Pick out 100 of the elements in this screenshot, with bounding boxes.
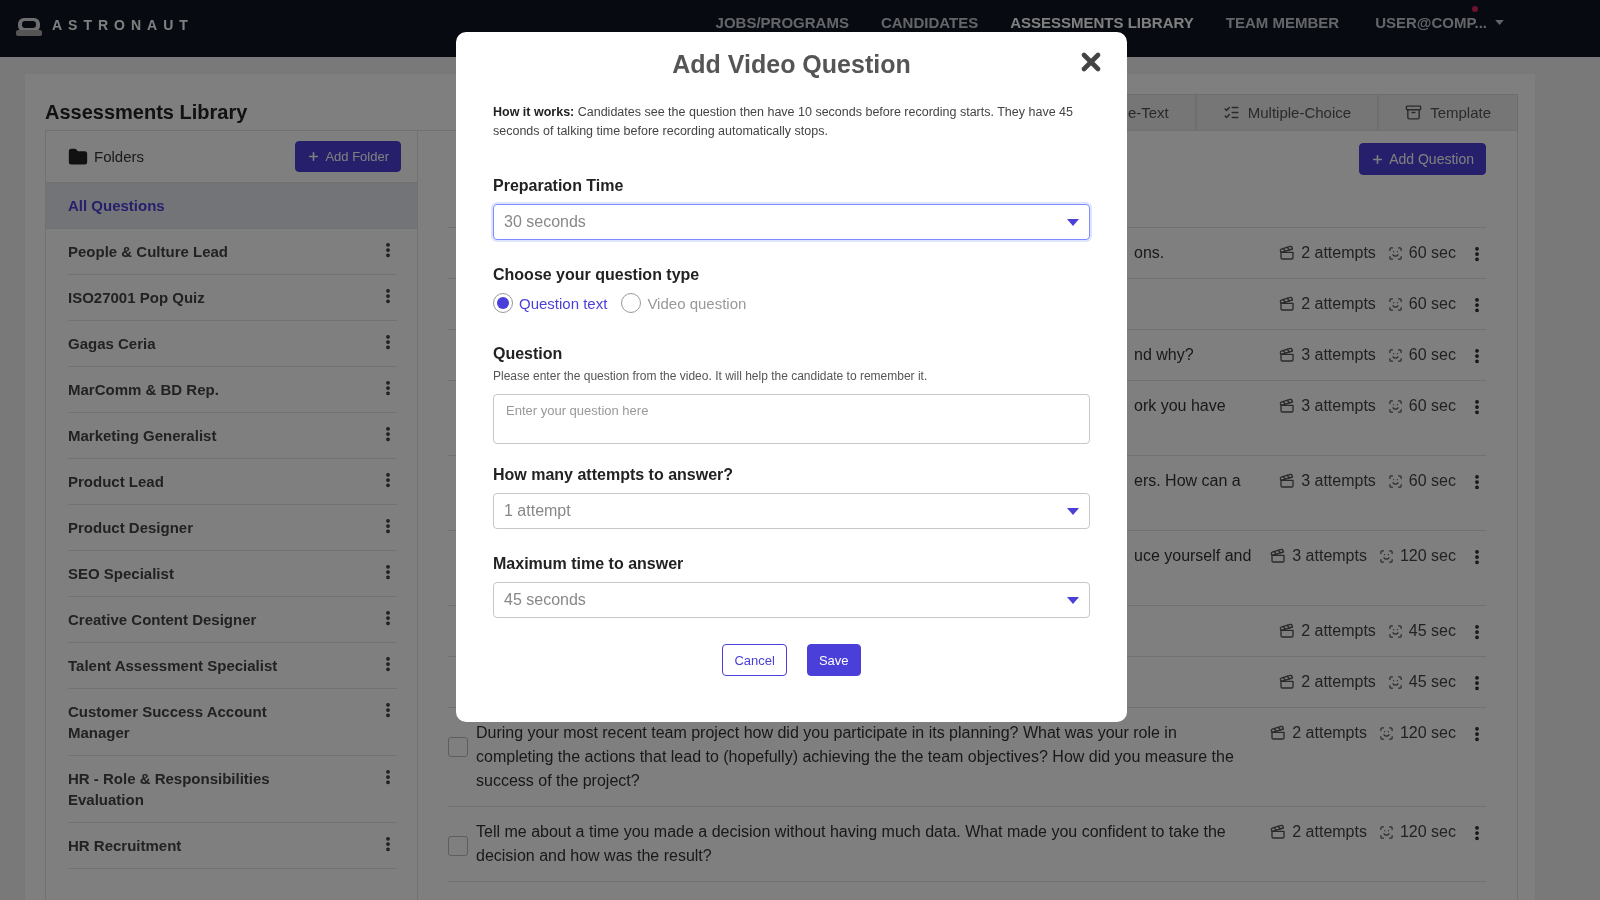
help-text: Please enter the question from the video. It will help the candidate to remember it.	[493, 369, 929, 383]
field-label: How many attempts to answer?	[493, 466, 735, 484]
scan-face-icon	[1387, 245, 1403, 261]
time-text: 60 sec	[1408, 396, 1456, 416]
folder-item[interactable]: Gagas Ceria	[68, 321, 397, 367]
user-menu[interactable]: USER@COMP...	[1375, 14, 1487, 31]
attempts-text: 3 attempts	[1301, 396, 1376, 416]
folder-item[interactable]: People & Culture Lead	[68, 229, 397, 275]
radio-option[interactable]: Question text	[493, 293, 608, 313]
time-text: 120 sec	[1399, 723, 1456, 743]
caret-icon	[1067, 596, 1079, 604]
clapperboard-icon	[1270, 548, 1287, 564]
scan-face-icon	[1387, 347, 1403, 363]
attempts-text: 3 attempts	[1301, 471, 1376, 491]
clapperboard-icon	[1270, 824, 1287, 840]
clapperboard-icon	[1279, 674, 1296, 690]
checklist-icon	[1222, 104, 1240, 121]
logo-text: ASTRONAUT	[52, 17, 194, 33]
nav-link[interactable]: JOBS/PROGRAMS	[715, 14, 849, 31]
page-title: Assessments Library	[45, 99, 249, 125]
question-text: During your most recent team project how did you participate in its planning? What was your role in completing the actions that lead to (hopefully) achieving the the team objectives? How did you measure the success of the project?	[476, 723, 1235, 791]
attempts-text: 3 attempts	[1292, 546, 1367, 566]
question-text: Tell me about a time you made a decision without having much data. What made you confident to take the decision and how was the result?	[476, 822, 1227, 866]
scan-face-icon	[1378, 824, 1394, 840]
folder-item[interactable]: HR - Role & Responsibilities Evaluation	[68, 756, 397, 823]
folder-item[interactable]: Customer Success Account Manager	[68, 689, 397, 756]
save-button[interactable]: Save	[806, 644, 861, 676]
cancel-button[interactable]: Cancel	[722, 644, 787, 676]
folder-item[interactable]: MarComm & BD Rep.	[68, 367, 397, 413]
question-input[interactable]: Enter your question here	[493, 394, 1090, 444]
folder-item[interactable]: All Questions	[46, 183, 417, 229]
question-text: ons.	[1134, 243, 1166, 263]
max-time-select[interactable]: 45 seconds	[493, 582, 1090, 618]
question-checkbox[interactable]	[448, 737, 468, 757]
folder-item[interactable]: Product Designer	[68, 505, 397, 551]
time-text: 60 sec	[1408, 471, 1456, 491]
scan-face-icon	[1387, 473, 1403, 489]
folder-item[interactable]: Creative Content Designer	[68, 597, 397, 643]
scan-face-icon	[1387, 674, 1403, 690]
attempts-text: 2 attempts	[1301, 672, 1376, 692]
question-text: uce yourself and	[1134, 546, 1253, 566]
clapperboard-icon	[1270, 725, 1287, 741]
time-text: 60 sec	[1408, 294, 1456, 314]
archive-icon	[1405, 104, 1423, 121]
folder-item[interactable]: ISO27001 Pop Quiz	[68, 275, 397, 321]
scan-face-icon	[1378, 725, 1394, 741]
time-text: 60 sec	[1408, 345, 1456, 365]
scan-face-icon	[1378, 548, 1394, 564]
scan-face-icon	[1387, 623, 1403, 639]
folder-item[interactable]: HR Recruitment	[68, 823, 397, 869]
folder-item[interactable]: Talent Assessment Specialist	[68, 643, 397, 689]
folder-item[interactable]: Product Lead	[68, 459, 397, 505]
attempts-text: 3 attempts	[1301, 345, 1376, 365]
tab[interactable]: Template	[1378, 94, 1518, 130]
attempts-text: 2 attempts	[1301, 621, 1376, 641]
question-text: ers. How can a	[1134, 471, 1242, 491]
attempts-select[interactable]: 1 attempt	[493, 493, 1090, 529]
attempts-text: 2 attempts	[1301, 294, 1376, 314]
add-question-button[interactable]: Add Question	[1359, 143, 1486, 175]
caret-icon	[1067, 218, 1079, 226]
time-text: 60 sec	[1408, 243, 1456, 263]
field-label: Preparation Time	[493, 177, 625, 195]
preparation-time-select[interactable]: 30 seconds	[493, 204, 1090, 240]
field-label: Question	[493, 345, 564, 363]
nav-link[interactable]: ASSESSMENTS LIBRARY	[1010, 14, 1194, 31]
plus-icon	[307, 150, 321, 163]
attempts-text: 2 attempts	[1292, 822, 1367, 842]
time-text: 120 sec	[1399, 822, 1456, 842]
attempts-text: 2 attempts	[1292, 723, 1367, 743]
tab[interactable]: Multiple-Choice	[1195, 94, 1379, 130]
folder-item[interactable]: Marketing Generalist	[68, 413, 397, 459]
question-text: nd why?	[1134, 345, 1195, 365]
time-text: 45 sec	[1408, 672, 1456, 692]
attempts-text: 2 attempts	[1301, 243, 1376, 263]
time-text: 120 sec	[1399, 546, 1456, 566]
clapperboard-icon	[1279, 347, 1296, 363]
question-text: ork you have	[1134, 396, 1227, 416]
add-folder-button[interactable]: Add Folder	[295, 141, 401, 172]
folder-item[interactable]: SEO Specialist	[68, 551, 397, 597]
field-label: Maximum time to answer	[493, 555, 685, 573]
scan-face-icon	[1387, 296, 1403, 312]
clapperboard-icon	[1279, 398, 1296, 414]
clapperboard-icon	[1279, 245, 1296, 261]
folders-title: Folders	[94, 148, 145, 165]
caret-icon	[1495, 20, 1504, 25]
nav-link[interactable]: TEAM MEMBER	[1225, 14, 1340, 31]
field-label: Choose your question type	[493, 266, 701, 284]
folder-icon	[68, 146, 88, 167]
clapperboard-icon	[1279, 296, 1296, 312]
info-text: How it works: Candidates see the question then have 10 seconds before recording starts. They have 45 seconds of talking time before recording automatically stops.	[493, 104, 1074, 140]
clapperboard-icon	[1279, 623, 1296, 639]
question-checkbox[interactable]	[448, 836, 468, 856]
nav-link[interactable]: CANDIDATES	[880, 14, 979, 31]
caret-icon	[1067, 507, 1079, 515]
plus-icon	[1371, 152, 1385, 166]
clapperboard-icon	[1279, 473, 1296, 489]
scan-face-icon	[1387, 398, 1403, 414]
radio-option[interactable]: Video question	[621, 293, 747, 313]
dialog-title: Add Video Question	[671, 50, 912, 79]
time-text: 45 sec	[1408, 621, 1456, 641]
